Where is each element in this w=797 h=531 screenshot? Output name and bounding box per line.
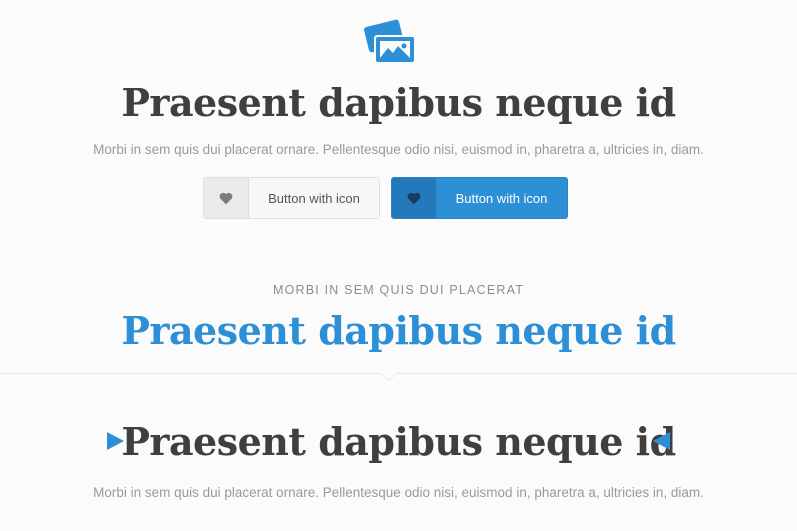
light-button-label: Button with icon xyxy=(268,190,360,206)
blue-icon-button[interactable]: Button with icon xyxy=(391,177,568,219)
hero-title: Praesent dapibus neque id xyxy=(121,80,676,125)
hero-text: Morbi in sem quis dui placerat ornare. P… xyxy=(93,142,704,157)
section-title-accent: Praesent dapibus neque id xyxy=(121,308,676,353)
section-divider xyxy=(0,373,797,374)
images-icon xyxy=(363,17,417,65)
section-text: Morbi in sem quis dui placerat ornare. P… xyxy=(93,485,704,500)
divider-notch-fill xyxy=(381,373,397,380)
blue-button-label: Button with icon xyxy=(455,190,548,206)
heart-icon xyxy=(204,178,249,218)
light-icon-button[interactable]: Button with icon xyxy=(203,177,380,219)
section-eyebrow: MORBI IN SEM QUIS DUI PLACERAT xyxy=(272,283,525,297)
section-title-arrows: Praesent dapibus neque id xyxy=(121,419,676,464)
arrow-left-icon xyxy=(653,432,670,450)
heart-icon xyxy=(392,178,436,218)
